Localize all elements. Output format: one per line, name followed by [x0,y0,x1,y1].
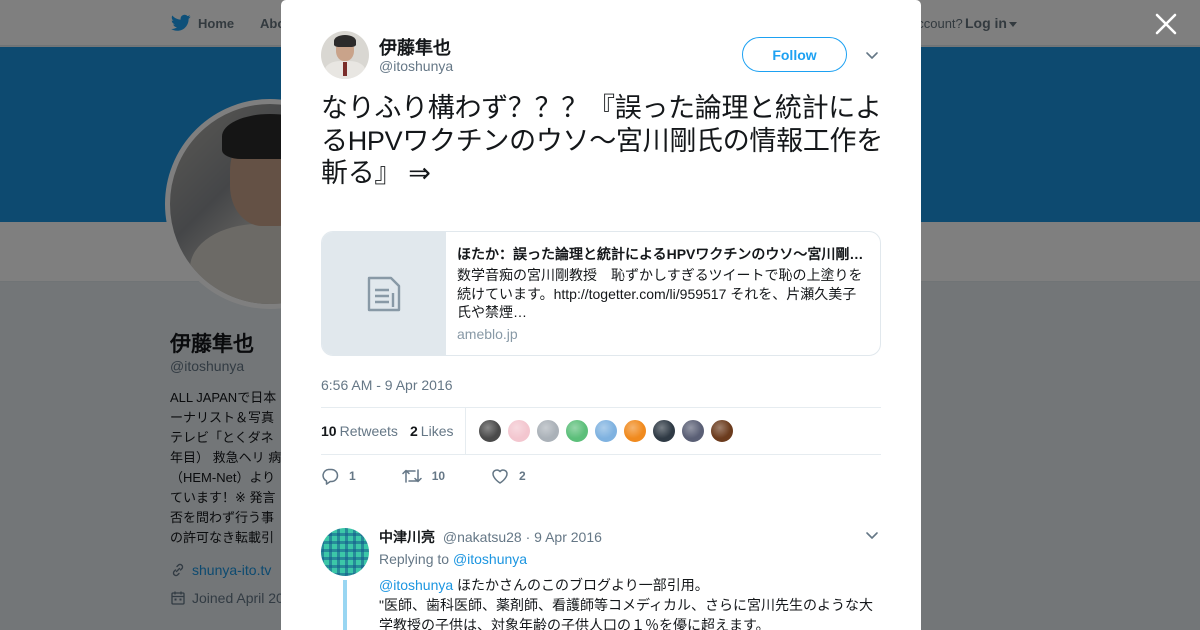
liker-avatar[interactable] [478,419,502,443]
heart-icon [492,469,508,484]
retweet-count: 10 [431,469,446,483]
reply-author-name[interactable]: 中津川亮 [379,529,435,545]
reply-text-first-line: ほたかさんのこのブログより一部引用。 [453,577,709,593]
follow-button[interactable]: Follow [742,37,847,72]
reply-header: 中津川亮 @nakatsu28 · 9 Apr 2016 [379,527,602,547]
like-count: 2 [519,469,526,483]
replying-to-link[interactable]: @itoshunya [453,551,527,567]
retweets-label: Retweets [339,423,398,439]
liker-avatar[interactable] [623,419,647,443]
chevron-down-icon[interactable] [865,48,879,62]
replying-to: Replying to @itoshunya [379,551,527,567]
close-icon[interactable] [1155,13,1177,35]
reply-count: 1 [349,469,356,483]
liker-avatar[interactable] [681,419,705,443]
like-action[interactable]: 2 [491,467,526,485]
reply-date[interactable]: · 9 Apr 2016 [526,529,602,545]
retweet-action[interactable]: 10 [401,467,446,485]
card-thumbnail [322,232,446,355]
chevron-down-icon[interactable] [865,528,879,542]
tweet-actions: 1 10 2 [321,466,526,486]
liker-avatar[interactable] [710,419,734,443]
reply-text: @itoshunya ほたかさんのこのブログより一部引用。 "医師、歯科医師、薬… [379,575,881,630]
tweet-timestamp[interactable]: 6:56 AM - 9 Apr 2016 [321,377,453,393]
reply-text-rest: "医師、歯科医師、薬剤師、看護師等コメディカル、さらに宮川先生のような大学教授の… [379,597,873,630]
retweet-icon [401,469,422,483]
tweet-text: なりふり構わず？？？『誤った論理と統計によるHPVワクチンのウソ～宮川剛氏の情報… [321,93,883,188]
author-avatar[interactable] [321,31,369,79]
card-domain: ameblo.jp [457,326,518,342]
tweet-stats: 10 Retweets 2 Likes [321,407,881,455]
likes-count: 2 [410,423,418,439]
replying-prefix: Replying to [379,551,450,567]
likes-stat[interactable]: 2 Likes [410,423,453,439]
liker-avatar[interactable] [565,419,589,443]
liker-avatars [478,419,739,443]
liker-avatar[interactable] [594,419,618,443]
reply-author-handle[interactable]: @nakatsu28 [443,529,522,545]
likes-label: Likes [420,423,454,439]
liker-avatar[interactable] [536,419,560,443]
author-handle[interactable]: @itoshunya [379,58,453,74]
thread-line [343,580,347,630]
tweet-modal: 伊藤隼也 @itoshunya Follow なりふり構わず？？？『誤った論理と… [281,0,921,630]
author-name[interactable]: 伊藤隼也 [379,34,451,60]
liker-avatar[interactable] [507,419,531,443]
retweets-stat[interactable]: 10 Retweets [321,423,398,439]
card-title: ほたか：誤った論理と統計によるHPVワクチンのウソ～宮川剛氏の情報工作を斬る [457,246,869,262]
liker-avatar[interactable] [652,419,676,443]
document-icon [367,276,401,312]
mention-link[interactable]: @itoshunya [379,577,453,593]
retweets-count: 10 [321,423,337,439]
reply-icon [322,468,339,485]
card-description: 数学音痴の宮川剛教授 恥ずかしすぎるツイートで恥の上塗りを続けています。http… [457,267,863,320]
reply-action[interactable]: 1 [321,467,356,485]
reply-author-avatar[interactable] [321,528,369,576]
link-card[interactable]: ほたか：誤った論理と統計によるHPVワクチンのウソ～宮川剛氏の情報工作を斬る 数… [321,231,881,356]
stats-divider [465,408,466,454]
